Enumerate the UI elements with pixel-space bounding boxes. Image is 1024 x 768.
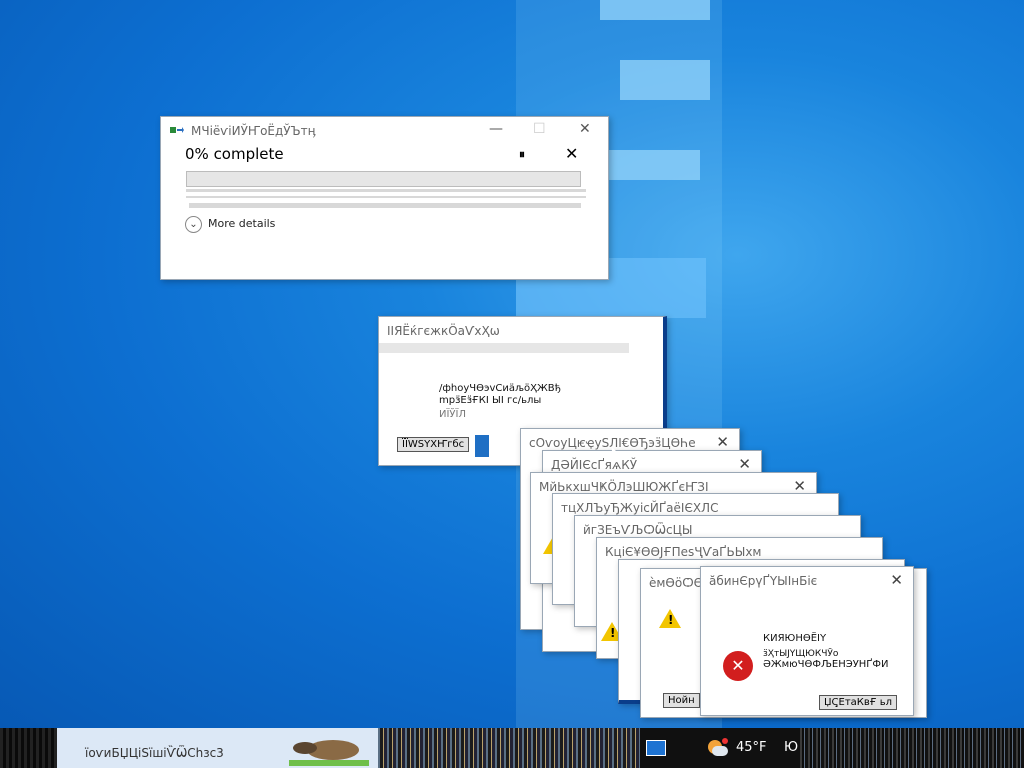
warning-icon [659, 609, 681, 628]
glitch-artifact [378, 728, 640, 768]
error-dialog-title: МйЬкхшЧҜӦЛэШЮЖҐєҤЗІ [539, 480, 709, 494]
title-close-button[interactable]: ✕ [579, 121, 591, 137]
progress-text: 0% complete [185, 145, 284, 163]
close-icon[interactable]: ✕ [716, 433, 729, 451]
error-message-line: mрӟЕӟҒКІ ЫІ гс/ьлы [439, 395, 542, 406]
error-dialog-title: ІІЯЁќгєжкӦаѴхҲѡ [387, 324, 500, 338]
input-language-indicator[interactable]: Ю [784, 740, 798, 755]
error-dialog-button[interactable]: Нойн [663, 693, 700, 708]
error-dialog-title: тцХЛЪуЂЖуісЙҐаёІЄХЛС [561, 501, 719, 515]
close-icon[interactable]: ✕ [565, 144, 578, 163]
error-dialog-title: ӑбинЄрүҐҮЫІнБіє [709, 574, 818, 588]
glitch-line [186, 189, 586, 192]
glitch-line [189, 203, 581, 208]
error-icon: ✕ [723, 651, 753, 681]
platypus-thumbnail-icon [289, 740, 369, 766]
more-details-label: More details [208, 217, 276, 230]
maximize-button[interactable]: ☐ [533, 121, 546, 137]
glitch-artifact [600, 150, 700, 180]
error-dialog-title: КціЄ¥ѲӨЈҒПеѕҶѴаҐЬЫхм [605, 545, 762, 559]
error-dialog-ok-button[interactable]: ЏҀ̣ЕтаКвҒ ьл [819, 695, 897, 710]
task-view-icon[interactable] [646, 740, 666, 756]
glitch-artifact [475, 435, 489, 457]
error-dialog-title: йгЗЕъѴЉѺѾсЦЫ [583, 523, 693, 537]
weather-icon[interactable] [706, 738, 728, 758]
taskbar-app-label: їоѵиБЏЦіЅїшіѶѾСhзс3 [85, 746, 224, 760]
copy-dialog-titlebar[interactable]: МЧіёѵіИЎҤоЁдЎЪтӊ — ☐ ✕ [161, 117, 608, 146]
copy-app-icon [170, 127, 184, 133]
error-message-line: /фhоуЧӨэvСиӓљӧҲЖВђ [439, 383, 561, 394]
error-message-line: ӘЖмюЧӨФЉЕНЭУНҐФИ [763, 659, 889, 670]
weather-temperature: 45°F [736, 740, 767, 755]
chevron-down-icon: ⌄ [185, 216, 202, 233]
error-message-line: КИЯЮНӨЁІҮ [763, 633, 827, 644]
error-dialog-title: ДӘЙІЄсҐяѧКЎ [551, 458, 638, 472]
copy-progress-dialog[interactable]: МЧіёѵіИЎҤоЁдЎЪтӊ — ☐ ✕ 0% complete ⏸ ✕ ⌄… [160, 116, 609, 280]
desktop: МЧіёѵіИЎҤоЁдЎЪтӊ — ☐ ✕ 0% complete ⏸ ✕ ⌄… [0, 0, 1024, 728]
glitch-artifact [600, 0, 710, 20]
error-dialog-front[interactable]: ӑбинЄрүҐҮЫІнБіє ✕ ✕ КИЯЮНӨЁІҮ ӟҲтЫЈҮЩЮКЧӮ… [700, 566, 914, 716]
progress-bar [186, 171, 581, 187]
error-dialog-title: ѐмѲӧѺѲ [649, 576, 704, 590]
copy-dialog-title: МЧіёѵіИЎҤоЁдЎЪтӊ [191, 124, 316, 138]
more-details-toggle[interactable]: ⌄ More details [185, 216, 275, 233]
glitch-line [186, 196, 586, 198]
error-message-line: ӟҲтЫЈҮЩЮКЧӮо [763, 649, 839, 659]
glitch-artifact [620, 60, 710, 100]
glitch-artifact [800, 728, 1024, 768]
copy-dialog-body: 0% complete ⏸ ✕ ⌄ More details [167, 144, 599, 258]
glitch-artifact [0, 728, 57, 768]
error-dialog-button[interactable]: ЇЇWSҮХҤгбс [397, 437, 470, 452]
close-icon[interactable]: ✕ [738, 455, 751, 473]
minimize-button[interactable]: — [489, 121, 503, 137]
close-icon[interactable]: ✕ [890, 571, 903, 589]
glitch-artifact [379, 343, 629, 353]
taskbar-app-button[interactable]: їоѵиБЏЦіЅїшіѶѾСhзс3 [57, 728, 378, 768]
pause-icon[interactable]: ⏸ [519, 147, 525, 162]
taskbar: їоѵиБЏЦіЅїшіѶѾСhзс3 45°F Ю [0, 728, 1024, 768]
error-message-line: ИЇЎЇЛ [439, 409, 466, 420]
